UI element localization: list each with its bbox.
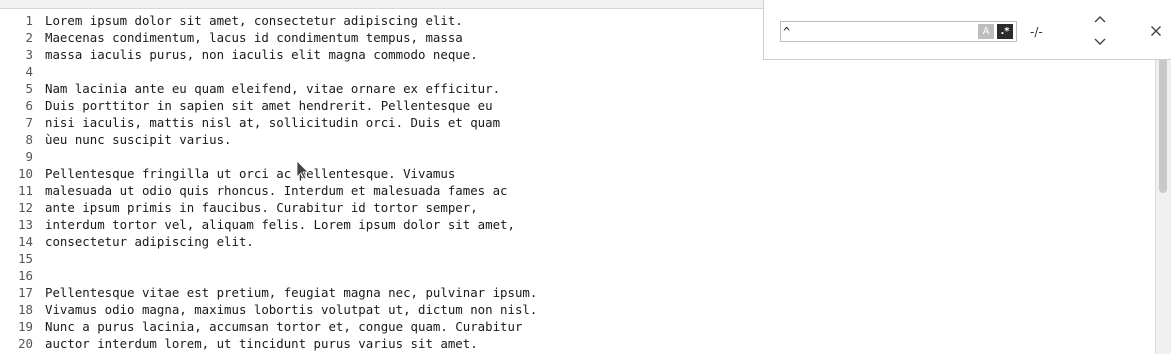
line-number: 13 [18,217,33,232]
text-editor[interactable]: 1 Lorem ipsum dolor sit amet, consectetur… [0,9,1156,354]
line-number: 1 [25,13,33,28]
line-text: Maecenas condimentum, lacus id condiment… [45,30,463,45]
line-number: 11 [18,183,33,198]
line-number: 20 [18,336,33,351]
chevron-up-icon [1094,16,1106,23]
line-number: 15 [18,251,33,266]
line-number: 9 [25,149,33,164]
line-text: consectetur adipiscing elit. [45,234,254,249]
match-case-label: A [982,26,990,37]
line-number: 14 [18,234,33,249]
line-text: nisi iaculis, mattis nisl at, sollicitud… [45,115,501,130]
line-text: ante ipsum primis in faucibus. Curabitur… [45,200,478,215]
find-next-button[interactable] [1092,35,1108,49]
line-text: Nam lacinia ante eu quam eleifend, vitae… [45,81,501,96]
match-count: -/- [1030,25,1043,39]
regex-icon[interactable]: .* [997,24,1013,39]
chevron-down-icon [1094,38,1106,45]
line-number: 5 [25,81,33,96]
line-text: massa iaculis purus, non iaculis elit ma… [45,47,478,62]
line-number: 7 [25,115,33,130]
line-number: 16 [18,268,33,283]
line-text: Duis porttitor in sapien sit amet hendre… [45,98,493,113]
line-number: 18 [18,302,33,317]
close-find-button[interactable] [1149,24,1163,38]
line-text: malesuada ut odio quis rhoncus. Interdum… [45,183,508,198]
line-text: auctor interdum lorem, ut tincidunt puru… [45,336,478,351]
line-number: 2 [25,30,33,45]
line-number: 19 [18,319,33,334]
line-text: ùeu nunc suscipit varius. [45,132,232,147]
find-previous-button[interactable] [1092,12,1108,26]
line-number: 10 [18,166,33,181]
line-number: 17 [18,285,33,300]
line-text: Lorem ipsum dolor sit amet, consectetur … [45,13,463,28]
close-icon [1151,26,1161,36]
line-number: 12 [18,200,33,215]
line-number: 3 [25,47,33,62]
line-text: Vivamus odio magna, maximus lobortis vol… [45,302,538,317]
match-case-icon[interactable]: A [978,24,994,39]
line-text: Pellentesque fringilla ut orci ac pellen… [45,166,456,181]
find-input-wrapper: A .* [780,21,1017,42]
line-text: interdum tortor vel, aliquam felis. Lore… [45,217,515,232]
line-text: Pellentesque vitae est pretium, feugiat … [45,285,538,300]
line-number: 6 [25,98,33,113]
vertical-scrollbar[interactable] [1155,9,1171,354]
line-number: 8 [25,132,33,147]
regex-label: .* [1000,26,1010,37]
line-text: Nunc a purus lacinia, accumsan tortor et… [45,319,523,334]
line-number: 4 [25,64,33,79]
mouse-cursor-icon [296,160,309,180]
find-panel: A .* -/- [763,0,1171,60]
find-input[interactable] [783,23,973,40]
